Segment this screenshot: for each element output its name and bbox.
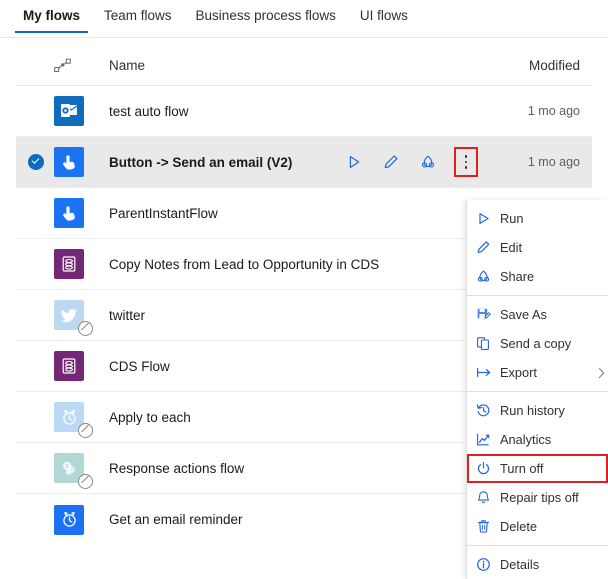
flow-name[interactable]: Button -> Send an email (V2) <box>109 155 343 170</box>
flow-modified: 1 mo ago <box>527 155 580 169</box>
row-select-checkbox[interactable] <box>28 154 54 170</box>
menu-item-label: Analytics <box>500 432 552 447</box>
menu-item-label: Repair tips off <box>500 490 579 505</box>
database-icon <box>54 249 84 279</box>
pencil-icon <box>476 240 500 255</box>
disabled-badge-icon <box>78 321 93 336</box>
copy-icon <box>476 336 500 351</box>
menu-item-save-as[interactable]: Save As <box>467 300 608 329</box>
outlook-icon <box>54 96 84 126</box>
tab-team-flows[interactable]: Team flows <box>92 0 184 33</box>
menu-item-turn-off[interactable]: Turn off <box>467 454 608 483</box>
menu-item-repair-tips-off[interactable]: Repair tips off <box>467 483 608 512</box>
menu-item-delete[interactable]: Delete <box>467 512 608 541</box>
header-modified[interactable]: Modified <box>484 58 592 73</box>
row-action-bar <box>343 147 478 177</box>
share-icon[interactable] <box>417 151 439 173</box>
flow-icon-cell <box>54 402 109 438</box>
flow-name[interactable]: Copy Notes from Lead to Opportunity in C… <box>109 257 484 272</box>
flow-modified: 1 mo ago <box>527 104 580 118</box>
flow-icon-cell <box>54 198 109 228</box>
export-arrow-icon <box>476 365 500 380</box>
menu-item-edit[interactable]: Edit <box>467 233 608 262</box>
share-icon <box>476 269 500 284</box>
flow-name[interactable]: ParentInstantFlow <box>109 206 484 221</box>
flow-icon-cell <box>54 96 109 126</box>
menu-item-label: Delete <box>500 519 537 534</box>
flow-name[interactable]: twitter <box>109 308 484 323</box>
checkmark-icon <box>28 154 44 170</box>
button-touch-icon <box>54 198 84 228</box>
edit-pencil-icon[interactable] <box>380 151 402 173</box>
table-row[interactable]: Button -> Send an email (V2) 1 mo ago <box>16 137 592 188</box>
menu-item-label: Turn off <box>500 461 544 476</box>
analytics-chart-icon <box>476 432 500 447</box>
menu-item-label: Run history <box>500 403 565 418</box>
menu-item-share[interactable]: Share <box>467 262 608 291</box>
info-circle-icon <box>476 557 500 572</box>
run-icon[interactable] <box>343 151 365 173</box>
chevron-right-icon <box>594 367 608 379</box>
flow-name[interactable]: CDS Flow <box>109 359 484 374</box>
flow-name[interactable]: Get an email reminder <box>109 512 484 527</box>
flow-icon-cell <box>54 249 109 279</box>
menu-divider <box>467 391 608 392</box>
bell-icon <box>476 490 500 505</box>
tab-strip: My flows Team flows Business process flows… <box>0 0 608 38</box>
menu-divider <box>467 295 608 296</box>
menu-divider <box>467 545 608 546</box>
menu-item-details[interactable]: Details <box>467 550 608 579</box>
more-vertical-ellipsis-icon[interactable] <box>454 147 478 177</box>
power-icon <box>476 461 500 476</box>
flow-name[interactable]: Apply to each <box>109 410 484 425</box>
menu-item-export[interactable]: Export <box>467 358 608 387</box>
flow-name[interactable]: test auto flow <box>109 104 484 119</box>
menu-item-label: Share <box>500 269 535 284</box>
flow-icon-cell <box>54 147 109 177</box>
disabled-badge-icon <box>78 474 93 489</box>
svg-text:S: S <box>65 464 69 470</box>
tab-ui-flows[interactable]: UI flows <box>348 0 420 33</box>
menu-item-run[interactable]: Run <box>467 204 608 233</box>
flow-icon-cell: S <box>54 453 109 489</box>
save-as-icon <box>476 307 500 322</box>
flow-name[interactable]: Response actions flow <box>109 461 484 476</box>
menu-item-label: Details <box>500 557 540 572</box>
tab-business-process-flows[interactable]: Business process flows <box>184 0 348 33</box>
menu-item-label: Export <box>500 365 537 380</box>
history-clock-icon <box>476 403 500 418</box>
table-header: Name Modified <box>16 46 592 86</box>
flow-context-menu: Run Edit Share Save As Send a copy Export Run … <box>466 200 608 579</box>
table-row[interactable]: test auto flow 1 mo ago <box>16 86 592 137</box>
disabled-badge-icon <box>78 423 93 438</box>
play-triangle-icon <box>476 211 500 226</box>
menu-item-analytics[interactable]: Analytics <box>467 425 608 454</box>
flow-icon-cell <box>54 300 109 336</box>
tab-my-flows[interactable]: My flows <box>11 0 92 33</box>
trash-icon <box>476 519 500 534</box>
database-icon <box>54 351 84 381</box>
menu-item-label: Run <box>500 211 524 226</box>
menu-item-send-a-copy[interactable]: Send a copy <box>467 329 608 358</box>
menu-item-label: Edit <box>500 240 523 255</box>
menu-item-run-history[interactable]: Run history <box>467 396 608 425</box>
button-touch-icon <box>54 147 84 177</box>
header-name[interactable]: Name <box>109 58 484 73</box>
menu-item-label: Send a copy <box>500 336 572 351</box>
clock-icon <box>54 504 84 535</box>
header-flow-type-icon-cell <box>54 58 109 73</box>
flow-icon-cell <box>54 504 109 535</box>
menu-item-label: Save As <box>500 307 547 322</box>
flow-icon-cell <box>54 351 109 381</box>
flow-connector-icon <box>54 58 71 73</box>
